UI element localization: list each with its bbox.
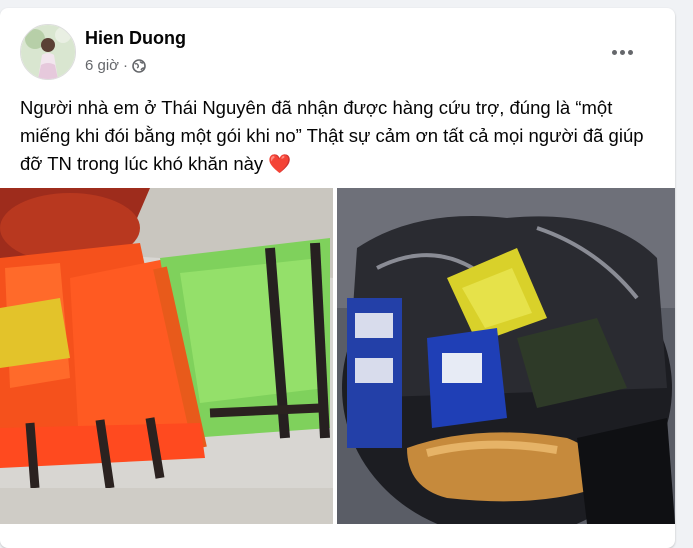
heart-emoji: ❤️ <box>268 153 292 174</box>
post-time[interactable]: 6 giờ <box>85 57 119 74</box>
post-card: Hien Duong 6 giờ · Người nhà em ở Thái N… <box>0 8 675 548</box>
more-options-dot <box>619 49 625 55</box>
photo-grid <box>0 188 675 524</box>
post-header: Hien Duong 6 giờ · <box>20 24 660 84</box>
post-body: Người nhà em ở Thái Nguyên đã nhận được … <box>20 97 644 174</box>
more-options-icon <box>611 49 617 55</box>
author-name[interactable]: Hien Duong <box>85 28 186 49</box>
globe-icon[interactable] <box>132 58 146 73</box>
relief-goods-bag-photo[interactable] <box>337 188 675 524</box>
more-options-dot <box>627 49 633 55</box>
post-meta: 6 giờ · <box>85 57 146 74</box>
life-jackets-photo[interactable] <box>0 188 333 524</box>
avatar[interactable] <box>20 24 76 80</box>
more-options-button[interactable] <box>604 34 640 70</box>
meta-separator: · <box>123 57 129 74</box>
post-text: Người nhà em ở Thái Nguyên đã nhận được … <box>20 94 650 178</box>
